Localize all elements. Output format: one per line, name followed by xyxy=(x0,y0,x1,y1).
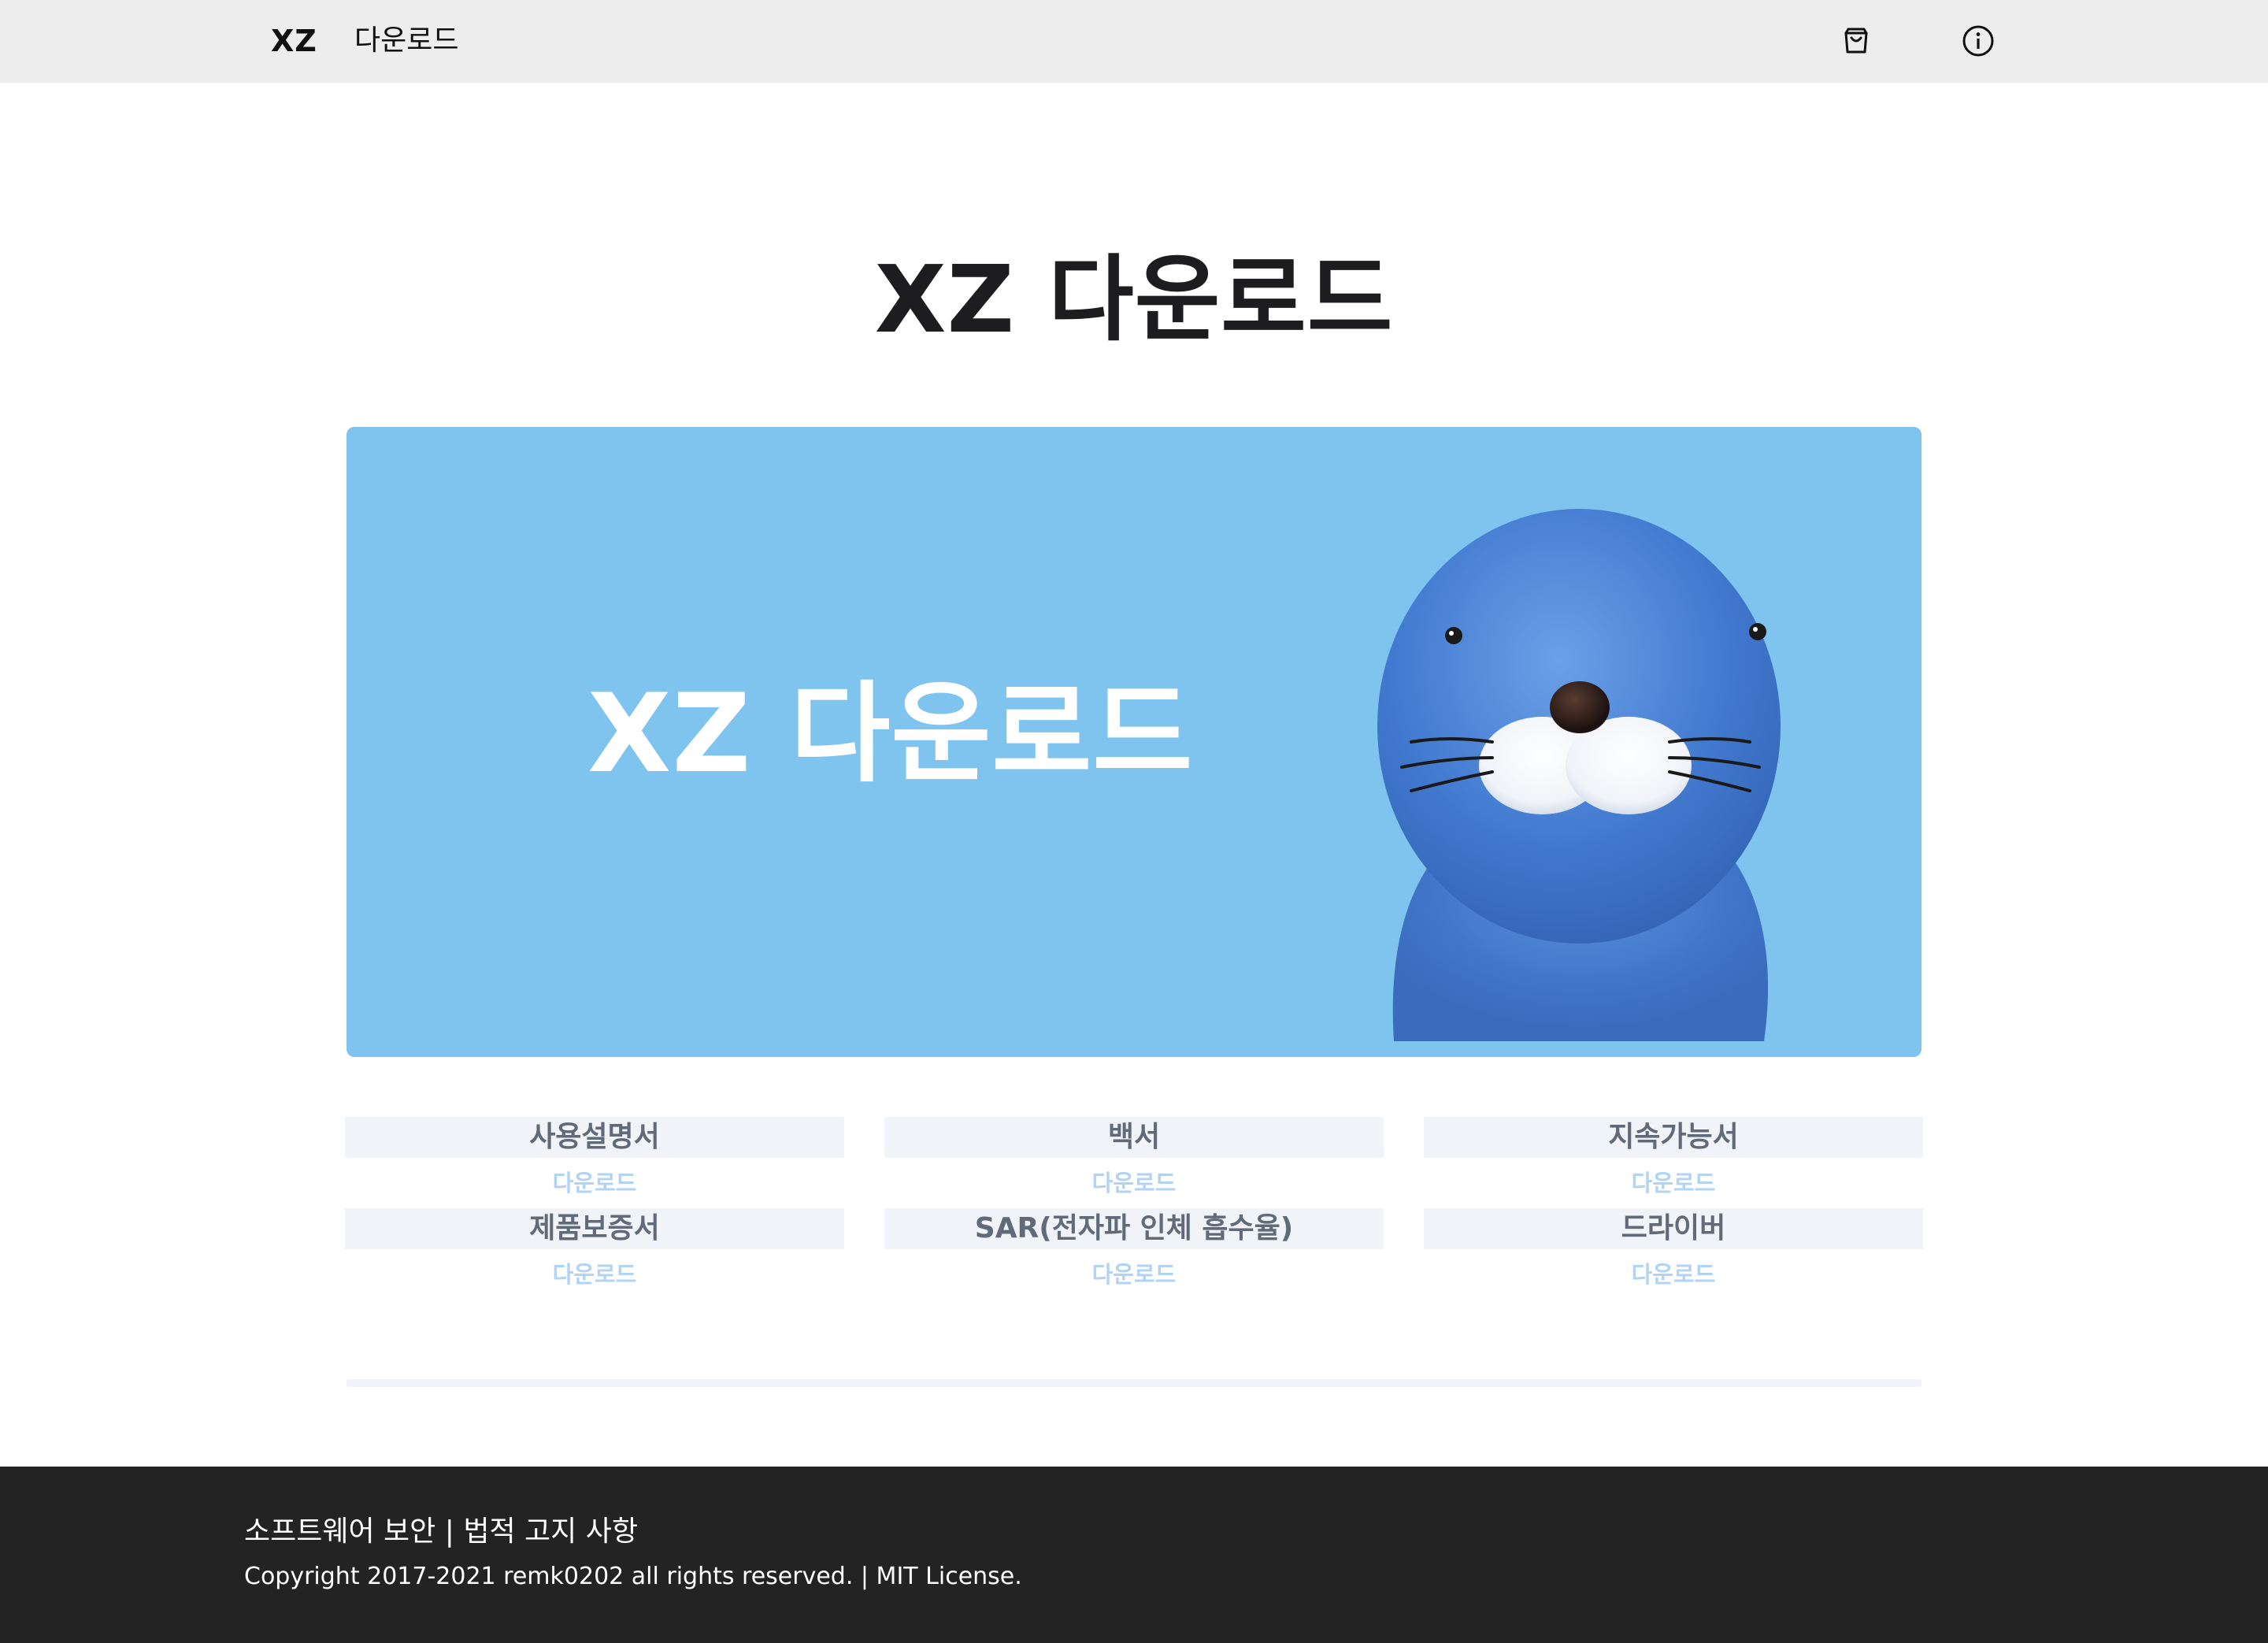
download-link[interactable]: 다운로드 xyxy=(884,1257,1384,1292)
seal-mascot-image xyxy=(1377,509,1781,1041)
download-link[interactable]: 다운로드 xyxy=(884,1166,1384,1200)
download-title: 드라이버 xyxy=(1424,1208,1923,1249)
download-card-driver: 드라이버 다운로드 xyxy=(1424,1208,1923,1292)
content-divider xyxy=(346,1379,1922,1387)
nav-logo[interactable]: XZ xyxy=(271,24,317,58)
nav-link-download[interactable]: 다운로드 xyxy=(354,24,458,58)
download-link[interactable]: 다운로드 xyxy=(345,1257,844,1292)
footer-separator: | xyxy=(444,1515,454,1548)
download-card-sar: SAR(전자파 인체 흡수율) 다운로드 xyxy=(884,1208,1384,1292)
footer-link-legal[interactable]: 법적 고지 사항 xyxy=(463,1515,638,1548)
info-icon[interactable] xyxy=(1959,22,1997,60)
download-title: 사용설명서 xyxy=(345,1117,844,1158)
top-nav: XZ 다운로드 xyxy=(0,0,2268,83)
download-title: SAR(전자파 인체 흡수율) xyxy=(884,1208,1384,1249)
download-link[interactable]: 다운로드 xyxy=(1424,1166,1923,1200)
download-link[interactable]: 다운로드 xyxy=(345,1166,844,1200)
download-card-sustainability: 지속가능서 다운로드 xyxy=(1424,1117,1923,1200)
hero-text: XZ 다운로드 xyxy=(587,670,1194,797)
footer-link-security[interactable]: 소프트웨어 보안 xyxy=(244,1515,435,1548)
footer-links: 소프트웨어 보안 | 법적 고지 사항 xyxy=(244,1514,638,1550)
download-link[interactable]: 다운로드 xyxy=(1424,1257,1923,1292)
download-title: 지속가능서 xyxy=(1424,1117,1923,1158)
shopping-bag-icon[interactable] xyxy=(1837,22,1875,60)
footer: 소프트웨어 보안 | 법적 고지 사항 Copyright 2017-2021 … xyxy=(0,1467,2268,1643)
page-title: XZ 다운로드 xyxy=(874,245,1394,354)
download-card-whitepaper: 백서 다운로드 xyxy=(884,1117,1384,1200)
footer-copyright: Copyright 2017-2021 remk0202 all rights … xyxy=(244,1563,1022,1590)
download-title: 제품보증서 xyxy=(345,1208,844,1249)
download-card-manual: 사용설명서 다운로드 xyxy=(345,1117,844,1200)
download-title: 백서 xyxy=(884,1117,1384,1158)
hero-banner: XZ 다운로드 xyxy=(346,427,1922,1057)
download-card-warranty: 제품보증서 다운로드 xyxy=(345,1208,844,1292)
